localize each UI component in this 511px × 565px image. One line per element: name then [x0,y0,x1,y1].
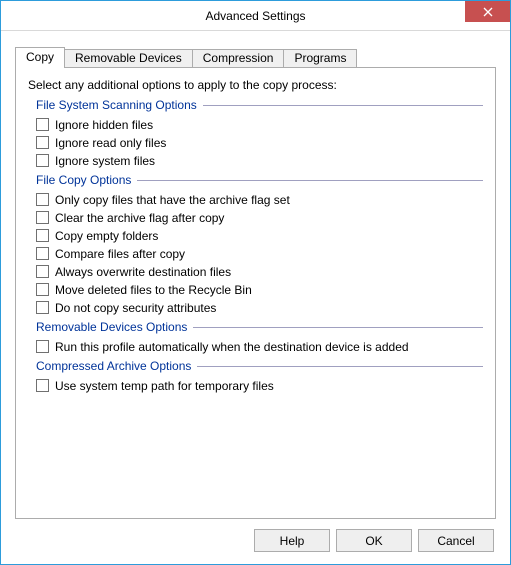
checkbox-option[interactable]: Do not copy security attributes [36,299,483,316]
checkbox-label: Ignore read only files [55,136,166,150]
tab-row: Copy Removable Devices Compression Progr… [15,45,496,67]
group-header: File System Scanning Options [36,98,483,112]
checkbox-label: Compare files after copy [55,247,185,261]
window-title: Advanced Settings [205,9,305,23]
checkbox-option[interactable]: Clear the archive flag after copy [36,209,483,226]
group-separator [137,180,483,181]
checkbox-option[interactable]: Run this profile automatically when the … [36,338,483,355]
tab-removable-devices[interactable]: Removable Devices [64,49,193,67]
checkbox-option[interactable]: Only copy files that have the archive fl… [36,191,483,208]
checkbox-label: Ignore hidden files [55,118,153,132]
group-header: Removable Devices Options [36,320,483,334]
checkbox-label: Run this profile automatically when the … [55,340,409,354]
ok-button[interactable]: OK [336,529,412,552]
checkbox[interactable] [36,283,49,296]
dialog-content: Copy Removable Devices Compression Progr… [1,31,510,564]
checkbox[interactable] [36,340,49,353]
checkbox-option[interactable]: Use system temp path for temporary files [36,377,483,394]
checkbox-option[interactable]: Compare files after copy [36,245,483,262]
checkbox-option[interactable]: Ignore hidden files [36,116,483,133]
close-button[interactable] [465,1,510,22]
dialog-window: Advanced Settings Copy Removable Devices… [0,0,511,565]
group-separator [193,327,483,328]
tab-programs[interactable]: Programs [283,49,357,67]
option-group: Removable Devices Options Run this profil… [28,320,483,355]
checkbox-option[interactable]: Ignore system files [36,152,483,169]
help-button[interactable]: Help [254,529,330,552]
checkbox[interactable] [36,193,49,206]
tab-copy[interactable]: Copy [15,47,65,68]
group-separator [203,105,483,106]
checkbox[interactable] [36,247,49,260]
intro-text: Select any additional options to apply t… [28,78,483,92]
checkbox[interactable] [36,301,49,314]
group-separator [197,366,483,367]
checkbox-label: Move deleted files to the Recycle Bin [55,283,252,297]
close-icon [483,7,493,17]
group-header: Compressed Archive Options [36,359,483,373]
checkbox-label: Copy empty folders [55,229,158,243]
group-title: File System Scanning Options [36,98,203,112]
tab-compression[interactable]: Compression [192,49,285,67]
options-groups: File System Scanning Options Ignore hidde… [28,98,483,394]
tab-panel: Select any additional options to apply t… [15,67,496,519]
checkbox-option[interactable]: Move deleted files to the Recycle Bin [36,281,483,298]
checkbox-label: Clear the archive flag after copy [55,211,224,225]
checkbox-option[interactable]: Always overwrite destination files [36,263,483,280]
checkbox-label: Do not copy security attributes [55,301,216,315]
checkbox[interactable] [36,265,49,278]
checkbox[interactable] [36,211,49,224]
checkbox-option[interactable]: Ignore read only files [36,134,483,151]
group-title: File Copy Options [36,173,137,187]
option-group: Compressed Archive Options Use system tem… [28,359,483,394]
button-row: Help OK Cancel [15,529,496,552]
checkbox[interactable] [36,136,49,149]
checkbox-label: Ignore system files [55,154,155,168]
option-group: File Copy Options Only copy files that ha… [28,173,483,316]
checkbox[interactable] [36,118,49,131]
checkbox-label: Only copy files that have the archive fl… [55,193,290,207]
group-header: File Copy Options [36,173,483,187]
checkbox[interactable] [36,229,49,242]
option-group: File System Scanning Options Ignore hidde… [28,98,483,169]
checkbox-label: Use system temp path for temporary files [55,379,274,393]
checkbox[interactable] [36,154,49,167]
checkbox-option[interactable]: Copy empty folders [36,227,483,244]
checkbox[interactable] [36,379,49,392]
group-title: Compressed Archive Options [36,359,197,373]
cancel-button[interactable]: Cancel [418,529,494,552]
titlebar: Advanced Settings [1,1,510,31]
checkbox-label: Always overwrite destination files [55,265,231,279]
group-title: Removable Devices Options [36,320,193,334]
